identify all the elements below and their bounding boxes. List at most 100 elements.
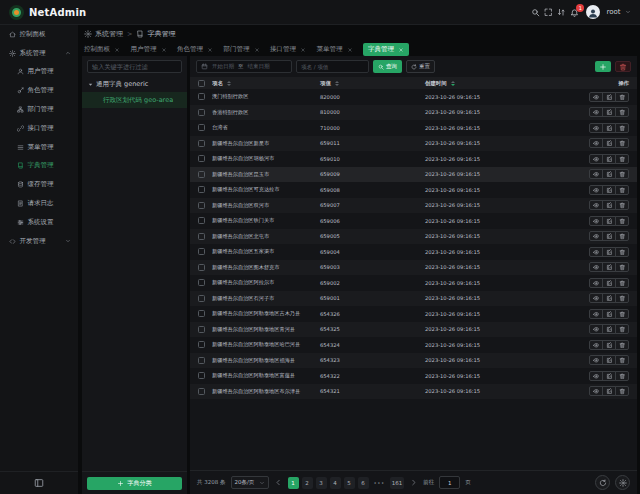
row-checkbox[interactable] [198, 109, 205, 116]
table-row-6[interactable]: 新疆维吾尔自治区可克达拉市6590082023-10-26 09:16:15 [190, 182, 637, 198]
view-row-button[interactable] [589, 169, 603, 179]
page-button-1[interactable]: 1 [288, 477, 299, 489]
delete-row-button[interactable] [615, 138, 629, 148]
breadcrumb-item-dict[interactable]: 字典管理 [136, 29, 175, 39]
page-button-6[interactable]: 6 [358, 477, 369, 489]
table-row-9[interactable]: 新疆维吾尔自治区北屯市6590052023-10-26 09:16:15 [190, 229, 637, 245]
goto-page-input[interactable] [439, 476, 460, 489]
edit-row-button[interactable] [602, 278, 616, 288]
edit-row-button[interactable] [602, 262, 616, 272]
table-row-17[interactable]: 新疆维吾尔自治区阿勒泰地区福海县6543232023-10-26 09:16:1… [190, 353, 637, 369]
page-button-last[interactable]: 161 [390, 477, 405, 489]
row-checkbox[interactable] [198, 124, 205, 131]
edit-row-button[interactable] [602, 92, 616, 102]
sidebar-item-5[interactable]: 接口管理 [0, 119, 78, 138]
add-item-button[interactable] [595, 61, 611, 72]
sidebar-item-8[interactable]: 缓存管理 [0, 175, 78, 194]
row-checkbox[interactable] [198, 279, 205, 286]
table-row-1[interactable]: 香港特别行政区8100002023-10-26 09:16:15 [190, 105, 637, 121]
tab-close-icon[interactable] [398, 47, 404, 53]
sidebar-item-3[interactable]: 角色管理 [0, 81, 78, 100]
tab-3[interactable]: 部门管理 [224, 43, 260, 56]
view-row-button[interactable] [589, 355, 603, 365]
row-checkbox[interactable] [198, 155, 205, 162]
tab-close-icon[interactable] [347, 47, 353, 53]
tab-close-icon[interactable] [300, 47, 306, 53]
row-checkbox[interactable] [198, 310, 205, 317]
view-row-button[interactable] [589, 200, 603, 210]
table-row-11[interactable]: 新疆维吾尔自治区图木舒克市6590032023-10-26 09:16:15 [190, 260, 637, 276]
delete-row-button[interactable] [615, 371, 629, 381]
fullscreen-icon[interactable] [544, 8, 553, 17]
tab-close-icon[interactable] [114, 47, 120, 53]
reset-button[interactable]: 重置 [406, 60, 435, 73]
page-button-4[interactable]: 4 [330, 477, 341, 489]
delete-row-button[interactable] [615, 200, 629, 210]
tree-node-1[interactable]: 行政区划代码 geo-area [82, 92, 187, 108]
view-row-button[interactable] [589, 278, 603, 288]
page-button-2[interactable]: 2 [302, 477, 313, 489]
tab-close-icon[interactable] [254, 47, 260, 53]
pages-ellipsis[interactable]: ••• [374, 480, 385, 486]
sidebar-item-2[interactable]: 用户管理 [0, 63, 78, 82]
tab-1[interactable]: 用户管理 [131, 43, 167, 56]
column-value-label[interactable]: 项值 [320, 80, 331, 87]
tab-6[interactable]: 字典管理 [363, 43, 409, 56]
row-checkbox[interactable] [198, 217, 205, 224]
sidebar-item-9[interactable]: 请求日志 [0, 194, 78, 213]
row-checkbox[interactable] [198, 264, 205, 271]
view-row-button[interactable] [589, 154, 603, 164]
delete-row-button[interactable] [615, 262, 629, 272]
delete-row-button[interactable] [615, 123, 629, 133]
username[interactable]: root [606, 8, 620, 16]
column-name-label[interactable]: 项名 [212, 80, 223, 87]
edit-row-button[interactable] [602, 247, 616, 257]
table-row-12[interactable]: 新疆维吾尔自治区阿拉尔市6590022023-10-26 09:16:15 [190, 275, 637, 291]
view-row-button[interactable] [589, 138, 603, 148]
sidebar-item-10[interactable]: 系统设置 [0, 213, 78, 232]
row-checkbox[interactable] [198, 372, 205, 379]
edit-row-button[interactable] [602, 107, 616, 117]
prev-page-button[interactable] [274, 478, 283, 487]
tree-node-0[interactable]: 通用字典 generic [82, 77, 187, 92]
table-row-16[interactable]: 新疆维吾尔自治区阿勒泰地区哈巴河县6543242023-10-26 09:16:… [190, 337, 637, 353]
table-row-18[interactable]: 新疆维吾尔自治区阿勒泰地区富蕴县6543222023-10-26 09:16:1… [190, 368, 637, 384]
delete-row-button[interactable] [615, 278, 629, 288]
edit-row-button[interactable] [602, 371, 616, 381]
delete-row-button[interactable] [615, 107, 629, 117]
add-dict-category-button[interactable]: 字典分类 [87, 477, 182, 490]
tab-close-icon[interactable] [161, 47, 167, 53]
search-button[interactable]: 查询 [373, 60, 402, 73]
table-row-13[interactable]: 新疆维吾尔自治区石河子市6590012023-10-26 09:16:15 [190, 291, 637, 307]
edit-row-button[interactable] [602, 169, 616, 179]
page-size-select[interactable]: 20条/页 [231, 476, 269, 489]
delete-row-button[interactable] [615, 216, 629, 226]
view-row-button[interactable] [589, 231, 603, 241]
row-checkbox[interactable] [198, 171, 205, 178]
row-checkbox[interactable] [198, 186, 205, 193]
delete-selected-button[interactable] [615, 61, 631, 72]
sidebar-collapse-icon[interactable] [34, 478, 44, 488]
edit-row-button[interactable] [602, 200, 616, 210]
row-checkbox[interactable] [198, 388, 205, 395]
view-row-button[interactable] [589, 309, 603, 319]
row-checkbox[interactable] [198, 93, 205, 100]
view-row-button[interactable] [589, 340, 603, 350]
edit-row-button[interactable] [602, 185, 616, 195]
column-created-label[interactable]: 创建时间 [425, 80, 447, 87]
row-checkbox[interactable] [198, 326, 205, 333]
user-menu-chevron-icon[interactable] [625, 9, 631, 15]
delete-row-button[interactable] [615, 386, 629, 396]
view-row-button[interactable] [589, 123, 603, 133]
table-row-8[interactable]: 新疆维吾尔自治区铁门关市6590062023-10-26 09:16:15 [190, 213, 637, 229]
table-row-7[interactable]: 新疆维吾尔自治区双河市6590072023-10-26 09:16:15 [190, 198, 637, 214]
row-checkbox[interactable] [198, 357, 205, 364]
row-checkbox[interactable] [198, 202, 205, 209]
edit-row-button[interactable] [602, 340, 616, 350]
tab-4[interactable]: 接口管理 [270, 43, 306, 56]
edit-row-button[interactable] [602, 309, 616, 319]
edit-row-button[interactable] [602, 324, 616, 334]
edit-row-button[interactable] [602, 386, 616, 396]
edit-row-button[interactable] [602, 231, 616, 241]
tab-0[interactable]: 控制面板 [84, 43, 120, 56]
